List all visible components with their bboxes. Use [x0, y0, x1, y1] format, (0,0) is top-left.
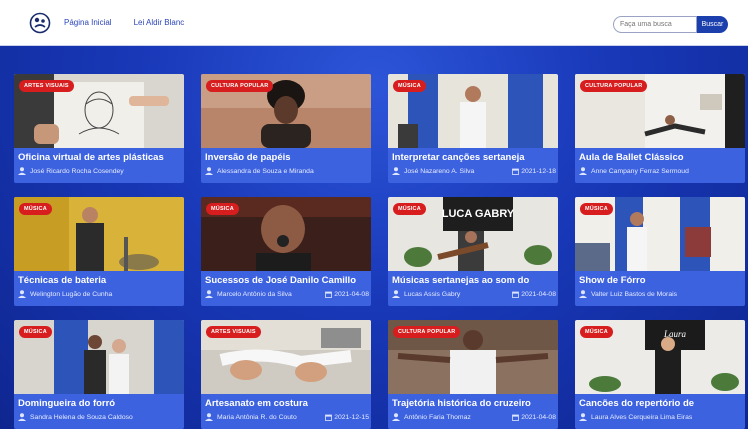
card-meta: Maria Antônia R. do Couto 2021-12-15: [205, 413, 369, 421]
calendar-icon: [512, 414, 520, 421]
card-title[interactable]: Trajetória histórica do cruzeiro: [392, 398, 556, 409]
card-meta: José Nazareno A. Silva 2021-12-18: [392, 167, 556, 175]
user-icon: [18, 167, 26, 175]
card-title[interactable]: Sucessos de José Danilo Camillo: [205, 275, 369, 286]
video-card[interactable]: MÚSICA Técnicas de bateria Welington Lug…: [14, 197, 184, 306]
card-author: Marcelo Antônio da Silva: [217, 290, 292, 298]
user-icon: [392, 167, 400, 175]
card-date: 2021-12-15: [325, 414, 369, 421]
video-card[interactable]: MÚSICA Show de Fórro Valter Luiz Bastos …: [575, 197, 745, 306]
video-grid: ARTES VISUAIS Oficina virtual de artes p…: [14, 74, 745, 429]
user-icon: [205, 290, 213, 298]
card-meta: Sandra Helena de Souza Caldoso: [18, 413, 182, 421]
card-meta: Antônio Faria Thomaz 2021-04-08: [392, 413, 556, 421]
card-date: 2021-04-08: [512, 414, 556, 421]
category-badge: MÚSICA: [19, 326, 52, 338]
category-badge: CULTURA POPULAR: [206, 80, 274, 92]
user-icon: [392, 413, 400, 421]
card-date-text: 2021-04-08: [334, 290, 369, 298]
site-logo-icon[interactable]: [28, 11, 52, 35]
category-badge: ARTES VISUAIS: [19, 80, 74, 92]
user-icon: [579, 290, 587, 298]
card-meta: José Ricardo Rocha Cosendey: [18, 167, 182, 175]
card-author: Maria Antônia R. do Couto: [217, 413, 297, 421]
card-author: Sandra Helena de Souza Caldoso: [30, 413, 133, 421]
card-date-text: 2021-12-18: [521, 167, 556, 175]
category-badge: MÚSICA: [393, 80, 426, 92]
card-meta: Anne Campany Ferraz Sermoud: [579, 167, 743, 175]
nav-link-aldir-blanc[interactable]: Lei Aldir Blanc: [134, 18, 185, 27]
card-author: Valter Luiz Bastos de Morais: [591, 290, 678, 298]
card-title[interactable]: Show de Fórro: [579, 275, 743, 286]
calendar-icon: [325, 291, 333, 298]
nav-link-home[interactable]: Página Inicial: [64, 18, 112, 27]
top-navbar: Página Inicial Lei Aldir Blanc Buscar: [0, 0, 748, 46]
card-author: José Nazareno A. Silva: [404, 167, 475, 175]
card-date: 2021-12-18: [512, 168, 556, 175]
card-title[interactable]: Aula de Ballet Clássico: [579, 152, 743, 163]
card-meta: Alessandra de Souza e Miranda: [205, 167, 369, 175]
card-meta: Marcelo Antônio da Silva 2021-04-08: [205, 290, 369, 298]
user-icon: [579, 167, 587, 175]
card-title[interactable]: Interpretar canções sertaneja: [392, 152, 556, 163]
search-button[interactable]: Buscar: [697, 16, 728, 33]
card-date: 2021-04-08: [325, 291, 369, 298]
card-date-text: 2021-04-08: [521, 290, 556, 298]
card-title[interactable]: Artesanato em costura: [205, 398, 369, 409]
video-card[interactable]: Laura MÚSICA Cancões do repertório de La…: [575, 320, 745, 429]
category-badge: MÚSICA: [580, 203, 613, 215]
card-meta: Welington Lugão de Cunha: [18, 290, 182, 298]
user-icon: [392, 290, 400, 298]
category-badge: MÚSICA: [206, 203, 239, 215]
search-form: Buscar: [613, 16, 728, 33]
video-card[interactable]: MÚSICA Domingueira do forró Sandra Helen…: [14, 320, 184, 429]
card-date-text: 2021-04-08: [521, 413, 556, 421]
search-input[interactable]: [613, 16, 697, 33]
video-card[interactable]: LUCA GABRY MÚSICA Músicas sertanejas ao …: [388, 197, 558, 306]
card-title[interactable]: Cancões do repertório de: [579, 398, 743, 409]
card-title[interactable]: Músicas sertanejas ao som do: [392, 275, 556, 286]
user-icon: [205, 167, 213, 175]
video-card[interactable]: ARTES VISUAIS Oficina virtual de artes p…: [14, 74, 184, 183]
video-card[interactable]: MÚSICA Sucessos de José Danilo Camillo M…: [201, 197, 371, 306]
card-author: Alessandra de Souza e Miranda: [217, 167, 314, 175]
card-meta: Laura Alves Cerqueira Lima Eiras: [579, 413, 743, 421]
calendar-icon: [512, 168, 520, 175]
card-meta: Lucas Assis Gabry 2021-04-08: [392, 290, 556, 298]
card-author: José Ricardo Rocha Cosendey: [30, 167, 124, 175]
user-icon: [18, 413, 26, 421]
video-card[interactable]: CULTURA POPULAR Trajetória histórica do …: [388, 320, 558, 429]
card-author: Laura Alves Cerqueira Lima Eiras: [591, 413, 693, 421]
calendar-icon: [512, 291, 520, 298]
card-title[interactable]: Técnicas de bateria: [18, 275, 182, 286]
user-icon: [205, 413, 213, 421]
svg-text:LUCA GABRY: LUCA GABRY: [442, 208, 515, 220]
card-date-text: 2021-12-15: [334, 413, 369, 421]
card-author: Antônio Faria Thomaz: [404, 413, 471, 421]
user-icon: [579, 413, 587, 421]
video-card[interactable]: MÚSICA Interpretar canções sertaneja Jos…: [388, 74, 558, 183]
card-meta: Valter Luiz Bastos de Morais: [579, 290, 743, 298]
category-badge: CULTURA POPULAR: [580, 80, 648, 92]
card-title[interactable]: Inversão de papéis: [205, 152, 369, 163]
card-author: Welington Lugão de Cunha: [30, 290, 113, 298]
user-icon: [18, 290, 26, 298]
category-badge: CULTURA POPULAR: [393, 326, 461, 338]
video-card[interactable]: CULTURA POPULAR Inversão de papéis Aless…: [201, 74, 371, 183]
calendar-icon: [325, 414, 333, 421]
category-badge: MÚSICA: [393, 203, 426, 215]
card-date: 2021-04-08: [512, 291, 556, 298]
video-card[interactable]: ARTES VISUAIS Artesanato em costura Mari…: [201, 320, 371, 429]
video-card[interactable]: CULTURA POPULAR Aula de Ballet Clássico …: [575, 74, 745, 183]
card-author: Anne Campany Ferraz Sermoud: [591, 167, 689, 175]
category-badge: MÚSICA: [19, 203, 52, 215]
category-badge: MÚSICA: [580, 326, 613, 338]
category-badge: ARTES VISUAIS: [206, 326, 261, 338]
card-title[interactable]: Oficina virtual de artes plásticas: [18, 152, 182, 163]
card-title[interactable]: Domingueira do forró: [18, 398, 182, 409]
card-author: Lucas Assis Gabry: [404, 290, 461, 298]
